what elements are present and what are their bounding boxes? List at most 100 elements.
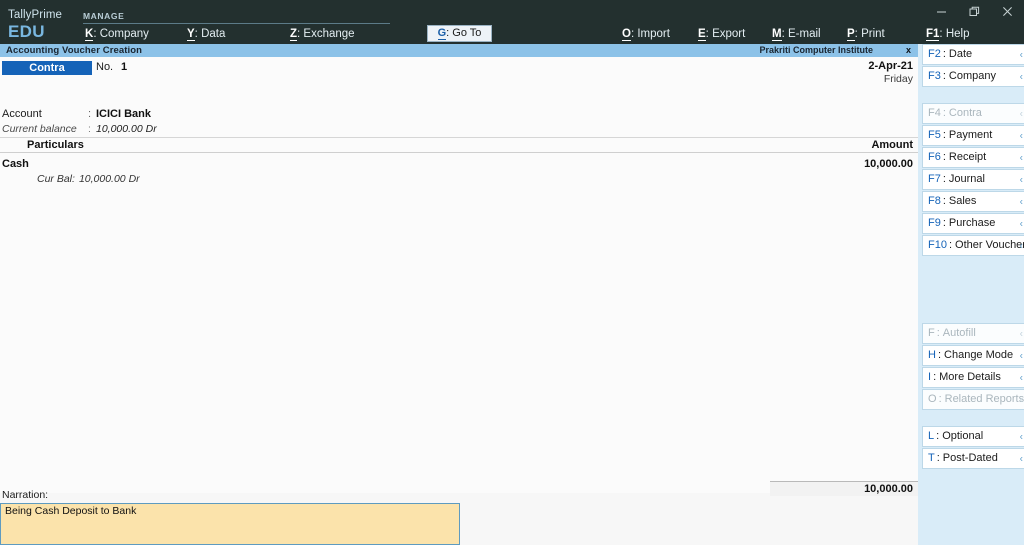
sidebar-item-contra[interactable]: F4: Contra ‹: [922, 103, 1024, 124]
voucher-date[interactable]: 2-Apr-21: [868, 60, 913, 72]
column-header-amount: Amount: [871, 139, 913, 151]
sidebar-label-purchase: Purchase: [948, 217, 996, 229]
sidebar-hotkey-company: F3: [928, 67, 941, 86]
sidebar-hotkey-related-reports: O: [928, 390, 937, 409]
chevron-left-icon: ‹: [1019, 218, 1023, 229]
voucher-day: Friday: [883, 73, 913, 85]
menu-item-print[interactable]: P: Print: [847, 28, 885, 41]
sidebar-hotkey-other-vouchers: F10: [928, 236, 947, 255]
sidebar-hotkey-date: F2: [928, 45, 941, 64]
chevron-left-icon: ‹: [1019, 49, 1023, 60]
sidebar-hotkey-optional: L: [928, 427, 935, 446]
screen-title-bar: Accounting Voucher Creation Prakriti Com…: [0, 44, 918, 57]
sidebar-label-post-dated: Post-Dated: [942, 452, 998, 464]
menu-label-import: Import: [637, 28, 670, 40]
chevron-left-icon: ‹: [1019, 71, 1023, 82]
voucher-form: Contra No. 1 2-Apr-21 Friday Account : I…: [0, 57, 920, 545]
column-header-particulars: Particulars: [27, 139, 84, 151]
restore-icon: [969, 6, 980, 16]
app-brand: TallyPrime EDU: [8, 8, 78, 41]
menu-hotkey-exchange: Z: [290, 28, 298, 41]
manage-divider: [83, 23, 390, 24]
sidebar-hotkey-payment: F5: [928, 126, 941, 145]
sidebar-item-payment[interactable]: F5: Payment ‹: [922, 125, 1024, 146]
entry-current-balance-value: 10,000.00 Dr: [78, 173, 140, 185]
restore-button[interactable]: [958, 0, 991, 22]
narration-input[interactable]: Being Cash Deposit to Bank: [0, 503, 460, 545]
page-title: Accounting Voucher Creation: [6, 45, 143, 56]
chevron-left-icon: ‹: [1019, 152, 1023, 163]
right-button-panel: F2: Date ‹ F3: Company ‹ F4: Contra ‹ F5: Pa…: [918, 44, 1024, 545]
voucher-type-badge[interactable]: Contra: [2, 61, 92, 75]
sidebar-item-company[interactable]: F3: Company ‹: [922, 66, 1024, 87]
sidebar-item-journal[interactable]: F7: Journal ‹: [922, 169, 1024, 190]
menu-label-exchange: Exchange: [303, 28, 355, 40]
chevron-left-icon: ‹: [1019, 328, 1023, 339]
sidebar-hotkey-contra: F4: [928, 104, 941, 123]
chevron-left-icon: ‹: [1019, 108, 1023, 119]
menu-item-help[interactable]: F1: Help: [926, 28, 969, 41]
sidebar-item-other-vouchers[interactable]: F10: Other Vouchers ‹: [922, 235, 1024, 256]
sidebar-item-optional[interactable]: L: Optional ‹: [922, 426, 1024, 447]
sidebar-hotkey-receipt: F6: [928, 148, 941, 167]
go-to-button[interactable]: G: Go To: [427, 25, 492, 42]
chevron-left-icon: ‹: [1019, 196, 1023, 207]
screen-close-icon[interactable]: x: [906, 45, 911, 55]
sidebar-label-other-vouchers: Other Vouchers: [955, 239, 1024, 251]
menu-hotkey-email: M: [772, 28, 782, 41]
account-label: Account: [2, 108, 42, 120]
voucher-number-label: No.: [96, 61, 114, 73]
sidebar-item-sales[interactable]: F8: Sales ‹: [922, 191, 1024, 212]
minimize-button[interactable]: [925, 0, 958, 22]
chevron-left-icon: ‹: [1019, 130, 1023, 141]
menu-item-export[interactable]: E: Export: [698, 28, 745, 41]
close-icon: [1003, 6, 1012, 16]
sidebar-item-more-details[interactable]: I: More Details ‹: [922, 367, 1024, 388]
sidebar-label-optional: Optional: [942, 430, 984, 442]
sidebar-hotkey-autofill: F: [928, 324, 935, 343]
table-header: Particulars Amount: [0, 137, 918, 153]
entry-amount[interactable]: 10,000.00: [864, 158, 913, 170]
sidebar-label-company: Company: [948, 70, 996, 82]
narration-label: Narration:: [2, 489, 49, 501]
menu-item-exchange[interactable]: Z: Exchange: [290, 28, 355, 41]
close-button[interactable]: [991, 0, 1024, 22]
entry-ledger-name[interactable]: Cash: [2, 158, 29, 170]
sidebar-item-purchase[interactable]: F9: Purchase ‹: [922, 213, 1024, 234]
sidebar-hotkey-purchase: F9: [928, 214, 941, 233]
sidebar-item-post-dated[interactable]: T: Post-Dated ‹: [922, 448, 1024, 469]
sidebar-label-change-mode: Change Mode: [944, 349, 1014, 361]
menu-item-company[interactable]: K: Company: [85, 28, 149, 41]
sidebar-hotkey-post-dated: T: [928, 449, 935, 468]
sidebar-item-date[interactable]: F2: Date ‹: [922, 44, 1024, 65]
total-amount: 10,000.00: [864, 483, 913, 495]
menu-hotkey-export: E: [698, 28, 706, 41]
account-value[interactable]: ICICI Bank: [96, 108, 151, 120]
current-balance-colon: :: [88, 123, 91, 135]
top-menu-bar: TallyPrime EDU MANAGE K: Company Y: Data…: [0, 0, 1024, 44]
menu-hotkey-help: F1: [926, 28, 940, 41]
sidebar-item-related-reports[interactable]: O: Related Reports ‹: [922, 389, 1024, 410]
sidebar-hotkey-change-mode: H: [928, 346, 936, 365]
voucher-entry-area: Contra No. 1 2-Apr-21 Friday Account : I…: [0, 57, 920, 501]
entry-current-balance-label: Cur Bal:: [37, 173, 75, 185]
brand-edition: EDU: [8, 22, 45, 41]
menu-item-import[interactable]: O: Import: [622, 28, 670, 41]
sidebar-item-change-mode[interactable]: H: Change Mode ‹: [922, 345, 1024, 366]
sidebar-item-autofill[interactable]: F: Autofill ‹: [922, 323, 1024, 344]
current-balance-row: Current balance : 10,000.00 Dr: [2, 123, 402, 136]
chevron-left-icon: ‹: [1019, 453, 1023, 464]
voucher-number-value[interactable]: 1: [121, 61, 127, 73]
chevron-left-icon: ‹: [1019, 394, 1023, 405]
sidebar-hotkey-journal: F7: [928, 170, 941, 189]
sidebar-label-autofill: Autofill: [942, 327, 976, 339]
sidebar-hotkey-sales: F8: [928, 192, 941, 211]
account-colon: :: [88, 108, 92, 120]
sidebar-label-journal: Journal: [948, 173, 985, 185]
menu-item-email[interactable]: M: E-mail: [772, 28, 821, 41]
menu-item-data[interactable]: Y: Data: [187, 28, 225, 41]
sidebar-item-receipt[interactable]: F6: Receipt ‹: [922, 147, 1024, 168]
